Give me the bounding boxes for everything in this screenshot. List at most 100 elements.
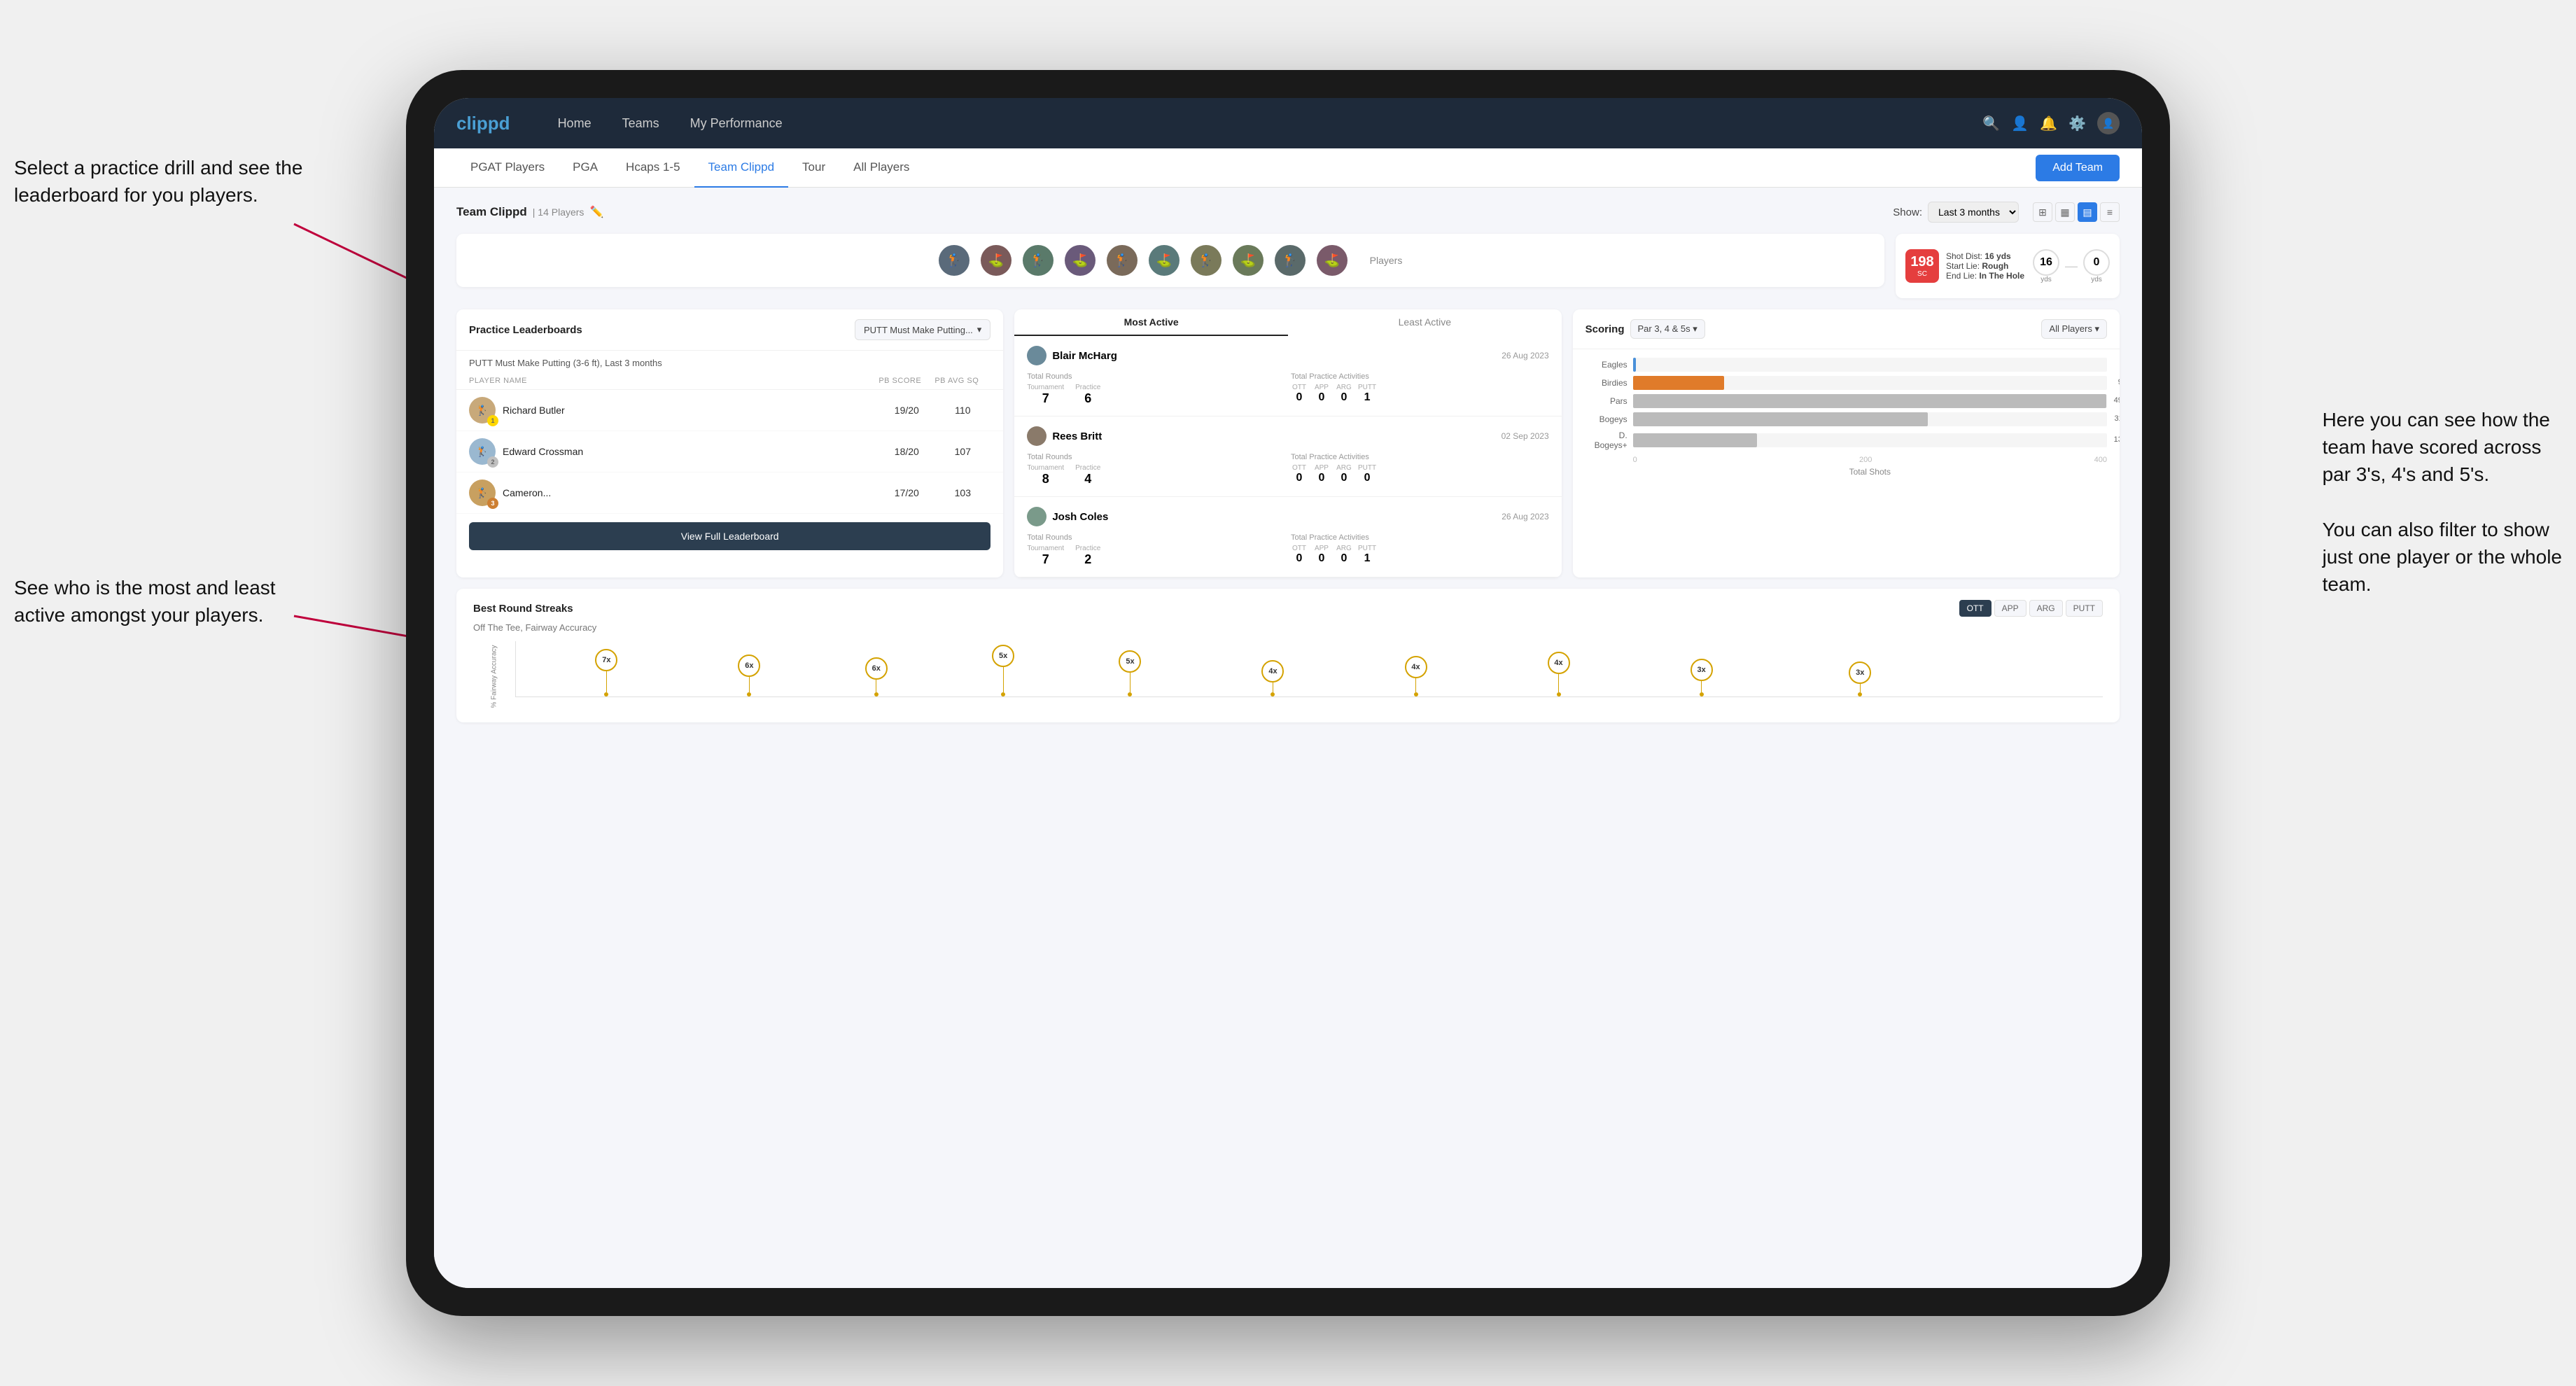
streak-dot-1 — [604, 692, 608, 696]
leaderboard-header: Practice Leaderboards PUTT Must Make Put… — [456, 309, 1003, 351]
chart-bar-wrap-birdies: 96 — [1633, 376, 2107, 390]
subnav-pgat[interactable]: PGAT Players — [456, 148, 559, 188]
chart-x-axis: 0 200 400 — [1586, 456, 2107, 464]
add-team-button[interactable]: Add Team — [2036, 155, 2120, 181]
shot-circle-2: 0 yds — [2083, 249, 2110, 284]
shot-dash: — — [2065, 259, 2078, 274]
settings-icon[interactable]: ⚙️ — [2068, 115, 2086, 132]
streak-marker-5: 5x — [1119, 650, 1141, 696]
subnav-items: PGAT Players PGA Hcaps 1-5 Team Clippd T… — [456, 148, 2036, 188]
streak-dot-3 — [874, 692, 878, 696]
practice-stat-2: Practice 4 — [1075, 464, 1100, 486]
chart-bar-birdies — [1633, 376, 1724, 390]
streak-dot-9 — [1700, 692, 1704, 696]
search-icon[interactable]: 🔍 — [1982, 115, 2000, 132]
streaks-btn-ott[interactable]: OTT — [1959, 600, 1991, 617]
tournament-stat-2: Tournament 8 — [1027, 464, 1064, 486]
streaks-btn-arg[interactable]: ARG — [2029, 600, 2063, 617]
player-name-3: Cameron... — [503, 487, 551, 498]
view-grid-lg[interactable]: ▦ — [2055, 202, 2075, 222]
edit-team-icon[interactable]: ✏️ — [589, 205, 603, 219]
activity-player-2: Rees Britt 02 Sep 2023 Total Rounds Tour… — [1014, 416, 1561, 497]
streak-circle-2: 6x — [738, 654, 760, 677]
view-list[interactable]: ≡ — [2100, 202, 2120, 222]
avatar-9[interactable]: 🏌 — [1275, 245, 1306, 276]
user-avatar[interactable]: 👤 — [2097, 112, 2120, 134]
activity-card: Most Active Least Active Blair McHarg 26… — [1014, 309, 1561, 578]
team-title: Team Clippd — [456, 205, 527, 219]
subnav-team-clippd[interactable]: Team Clippd — [694, 148, 789, 188]
streak-circle-6: 4x — [1261, 660, 1284, 682]
app-stat-2: APP0 — [1313, 464, 1330, 484]
avatar-2[interactable]: ⛳ — [981, 245, 1011, 276]
streak-circle-7: 4x — [1405, 656, 1427, 678]
avatar-8[interactable]: ⛳ — [1233, 245, 1264, 276]
avatar-4[interactable]: ⛳ — [1065, 245, 1096, 276]
streaks-btn-putt[interactable]: PUTT — [2066, 600, 2103, 617]
app-stat-3: APP0 — [1313, 545, 1330, 565]
avg-3: 103 — [934, 487, 990, 498]
view-card[interactable]: ▤ — [2078, 202, 2097, 222]
streak-marker-8: 4x — [1548, 652, 1570, 696]
chart-bar-dbogeys — [1633, 433, 1757, 447]
main-content: Team Clippd | 14 Players ✏️ Show: Last 3… — [434, 188, 2142, 1288]
activity-stats-2: Total Rounds Tournament 8 Practice 4 — [1027, 453, 1548, 486]
chart-label-eagles: Eagles — [1586, 360, 1628, 370]
avatar-10[interactable]: ⛳ — [1317, 245, 1348, 276]
arg-stat-1: ARG0 — [1336, 384, 1352, 404]
table-row: 🏌 1 Richard Butler 19/20 110 — [456, 390, 1003, 431]
subnav-hcaps[interactable]: Hcaps 1-5 — [612, 148, 694, 188]
leaderboard-cols: PLAYER NAME PB SCORE PB AVG SQ — [456, 372, 1003, 390]
avatar-7[interactable]: 🏌 — [1191, 245, 1222, 276]
streaks-buttons: OTT APP ARG PUTT — [1959, 600, 2103, 617]
activity-tabs: Most Active Least Active — [1014, 309, 1561, 336]
navbar: clippd Home Teams My Performance 🔍 👤 🔔 ⚙… — [434, 98, 2142, 148]
player-avatar-3: 🏌 3 — [469, 479, 496, 506]
avatar-5[interactable]: 🏌 — [1107, 245, 1138, 276]
col-pb-score: PB SCORE — [878, 377, 934, 385]
team-header: Team Clippd | 14 Players ✏️ Show: Last 3… — [456, 202, 2120, 223]
avatar-3[interactable]: 🏌 — [1023, 245, 1054, 276]
rank-badge-2: 2 — [487, 456, 498, 468]
chart-row-pars: Pars 499 — [1586, 394, 2107, 408]
view-grid-sm[interactable]: ⊞ — [2033, 202, 2052, 222]
tab-most-active[interactable]: Most Active — [1014, 309, 1288, 336]
nav-right: 🔍 👤 🔔 ⚙️ 👤 — [1982, 112, 2120, 134]
streak-circle-5: 5x — [1119, 650, 1141, 673]
nav-item-home[interactable]: Home — [544, 111, 606, 136]
players-row: 🏌 ⛳ 🏌 ⛳ 🏌 ⛳ 🏌 ⛳ 🏌 ⛳ Players — [456, 234, 1884, 287]
tournament-stat-1: Tournament 7 — [1027, 384, 1064, 406]
subnav-all-players[interactable]: All Players — [839, 148, 923, 188]
scoring-par-filter[interactable]: Par 3, 4 & 5s ▾ — [1630, 319, 1705, 339]
avatar-6[interactable]: ⛳ — [1149, 245, 1180, 276]
chart-val-dbogeys: 131 — [2114, 435, 2120, 444]
streak-line-9 — [1701, 681, 1702, 692]
activity-stats-1: Total Rounds Tournament 7 Practice 6 — [1027, 372, 1548, 406]
scoring-player-filter[interactable]: All Players ▾ — [2041, 319, 2107, 339]
streak-dot-7 — [1414, 692, 1418, 696]
chart-bar-bogeys — [1633, 412, 1928, 426]
putt-stat-1: PUTT1 — [1358, 384, 1376, 404]
nav-item-teams[interactable]: Teams — [608, 111, 673, 136]
streak-marker-6: 4x — [1261, 660, 1284, 696]
streaks-btn-app[interactable]: APP — [1994, 600, 2026, 617]
score-3: 17/20 — [878, 487, 934, 498]
view-full-leaderboard-button[interactable]: View Full Leaderboard — [469, 522, 990, 550]
chart-bar-pars — [1633, 394, 2106, 408]
person-icon[interactable]: 👤 — [2011, 115, 2029, 132]
streak-marker-9: 3x — [1690, 659, 1713, 696]
avatar-1[interactable]: 🏌 — [939, 245, 969, 276]
nav-logo: clippd — [456, 113, 510, 134]
chart-bar-wrap-bogeys: 311 — [1633, 412, 2107, 426]
subnav-tour[interactable]: Tour — [788, 148, 839, 188]
subnav-pga[interactable]: PGA — [559, 148, 612, 188]
show-select[interactable]: Last 3 months — [1928, 202, 2019, 223]
leaderboard-dropdown[interactable]: PUTT Must Make Putting... ▾ — [855, 319, 990, 340]
nav-item-performance[interactable]: My Performance — [676, 111, 797, 136]
putt-stat-2: PUTT0 — [1358, 464, 1376, 484]
tab-least-active[interactable]: Least Active — [1288, 309, 1562, 336]
player-avatar-2: 🏌 2 — [469, 438, 496, 465]
tablet-frame: clippd Home Teams My Performance 🔍 👤 🔔 ⚙… — [406, 70, 2170, 1316]
ott-stat-1: OTT0 — [1291, 384, 1308, 404]
bell-icon[interactable]: 🔔 — [2040, 115, 2057, 132]
